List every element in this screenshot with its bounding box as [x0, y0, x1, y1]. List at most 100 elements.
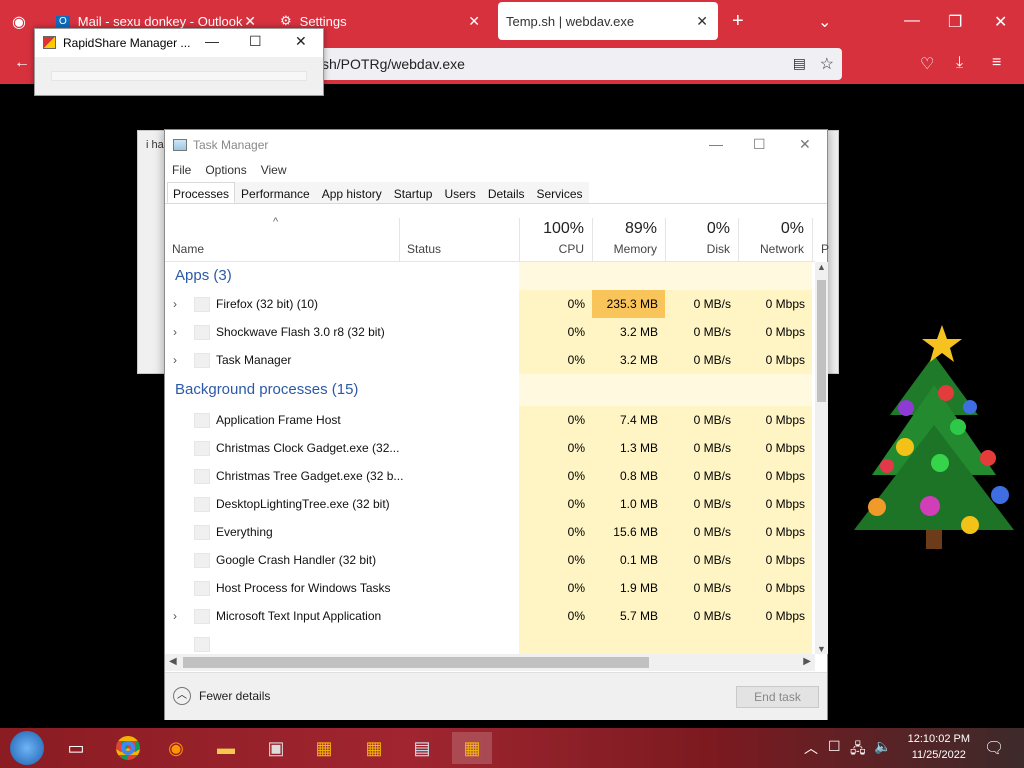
column-cpu[interactable]: 100% CPU [519, 218, 592, 262]
app-icon [194, 581, 210, 596]
table-row[interactable]: Host Process for Windows Tasks 0% 1.9 MB… [165, 574, 815, 602]
chevron-right-icon[interactable]: › [173, 290, 177, 318]
column-memory[interactable]: 89% Memory [592, 218, 665, 262]
pocket-icon[interactable]: ♡ [920, 54, 934, 74]
menu-icon[interactable]: ≡ [992, 54, 1001, 72]
table-row[interactable]: › Shockwave Flash 3.0 r8 (32 bit) 0% 3.2… [165, 318, 815, 346]
process-name: Firefox (32 bit) (10) [216, 297, 319, 311]
tab-processes[interactable]: Processes [167, 182, 236, 203]
ornament [880, 459, 894, 473]
network-icon[interactable]: 🖧 [850, 738, 866, 762]
maximize-icon[interactable]: ☐ [249, 33, 262, 50]
close-icon[interactable]: ✕ [799, 136, 811, 153]
bookmark-star-icon[interactable]: ☆ [820, 54, 834, 74]
new-tab-icon[interactable]: + [732, 10, 744, 33]
window-title: RapidShare Manager ... [63, 36, 191, 50]
tab-performance[interactable]: Performance [235, 182, 316, 203]
app-icon [194, 525, 210, 540]
menu-view[interactable]: View [254, 160, 294, 180]
minimize-icon[interactable]: — [709, 136, 723, 152]
network-value: 0 Mbps [738, 406, 812, 434]
scrollbar-thumb[interactable] [817, 280, 826, 402]
tab-startup[interactable]: Startup [387, 182, 439, 203]
close-icon[interactable]: ✕ [696, 13, 708, 30]
app-icon [194, 609, 210, 624]
chevron-right-icon[interactable]: › [173, 318, 177, 346]
firefox-icon[interactable]: ◉ [156, 732, 196, 764]
tab-webdav[interactable]: Temp.sh | webdav.exe ✕ [498, 2, 718, 40]
column-network[interactable]: 0% Network [738, 218, 812, 262]
tab-services[interactable]: Services [530, 182, 589, 203]
maximize-icon[interactable]: ☐ [753, 136, 766, 153]
chevron-down-icon[interactable]: ⌄ [818, 12, 831, 32]
url-bar[interactable]: sh/POTRg/webdav.exe ▤ ☆ [300, 48, 842, 80]
tab-app-history[interactable]: App history [315, 182, 388, 203]
rapidshare-app-icon[interactable]: ▦ [354, 732, 394, 764]
back-arrow-icon[interactable]: ← [14, 54, 30, 72]
close-icon[interactable]: ✕ [244, 13, 256, 30]
chevron-up-icon[interactable]: ︿ [804, 738, 818, 758]
table-row[interactable]: Christmas Tree Gadget.exe (32 b... 0% 0.… [165, 462, 815, 490]
rapidshare-app-icon[interactable]: ▦ [452, 732, 492, 764]
volume-icon[interactable]: 🔈 [874, 738, 891, 755]
video-editor-icon[interactable]: ▣ [256, 732, 296, 764]
ornament [963, 400, 977, 414]
close-icon[interactable]: ✕ [994, 12, 1007, 32]
menu-file[interactable]: File [165, 160, 198, 180]
rapidshare-app-icon[interactable]: ▦ [304, 732, 344, 764]
chrome-icon[interactable] [108, 732, 148, 764]
task-manager-footer: ︿ Fewer details End task [165, 672, 827, 720]
scroll-up-icon[interactable]: ▲ [817, 262, 826, 272]
disk-value: 0 MB/s [665, 346, 738, 374]
chevron-right-icon[interactable]: › [173, 346, 177, 374]
rapidshare-titlebar[interactable]: RapidShare Manager ... — ☐ ✕ [35, 29, 323, 57]
close-icon[interactable]: ✕ [468, 13, 480, 30]
minimize-icon[interactable]: — [904, 12, 920, 30]
task-manager-titlebar[interactable]: Task Manager — ☐ ✕ [165, 130, 827, 160]
table-row[interactable]: › Task Manager 0% 3.2 MB 0 MB/s 0 Mbps [165, 346, 815, 374]
close-icon[interactable]: ✕ [295, 33, 307, 50]
tab-details[interactable]: Details [481, 182, 531, 203]
table-row[interactable]: Christmas Clock Gadget.exe (32... 0% 1.3… [165, 434, 815, 462]
file-explorer-icon[interactable]: ▬ [206, 732, 246, 764]
reader-icon[interactable]: ▤ [793, 55, 806, 72]
menu-options[interactable]: Options [198, 160, 253, 180]
scroll-down-icon[interactable]: ▼ [817, 644, 826, 654]
vertical-scrollbar[interactable]: ▲ ▼ [815, 262, 828, 654]
tablet-icon[interactable]: ☐ [828, 738, 841, 755]
column-header-row: ^ Name Status 100% CPU 89% Memory 0% Dis… [165, 216, 829, 262]
tab-label: Settings [299, 13, 347, 29]
system-clock[interactable]: 12:10:02 PM 11/25/2022 [908, 731, 970, 763]
table-row[interactable]: › Firefox (32 bit) (10) 0% 235.3 MB 0 MB… [165, 290, 815, 318]
scroll-right-icon[interactable]: ▶ [803, 656, 811, 667]
table-row[interactable] [165, 630, 815, 654]
maximize-icon[interactable]: ❐ [948, 12, 962, 32]
horizontal-scrollbar[interactable]: ◀ ▶ [165, 654, 815, 671]
table-row[interactable]: › Microsoft Text Input Application 0% 5.… [165, 602, 815, 630]
tab-label: Temp.sh | webdav.exe [506, 13, 635, 29]
disk-value: 0 MB/s [665, 434, 738, 462]
download-icon[interactable]: ⤓ [956, 54, 963, 72]
christmas-tree-gadget[interactable] [850, 325, 1018, 560]
notification-icon[interactable]: 🗨 [984, 738, 1004, 758]
firefox-icon[interactable]: ◉ [12, 12, 26, 32]
task-manager-app-icon[interactable]: ▤ [402, 732, 442, 764]
column-name[interactable]: Name [165, 218, 399, 262]
column-status[interactable]: Status [399, 218, 519, 262]
table-row[interactable]: DesktopLightingTree.exe (32 bit) 0% 1.0 … [165, 490, 815, 518]
table-row[interactable]: Google Crash Handler (32 bit) 0% 0.1 MB … [165, 546, 815, 574]
rapidshare-window: RapidShare Manager ... — ☐ ✕ [34, 28, 324, 96]
column-disk[interactable]: 0% Disk [665, 218, 738, 262]
chevron-right-icon[interactable]: › [173, 602, 177, 630]
table-row[interactable]: Application Frame Host 0% 7.4 MB 0 MB/s … [165, 406, 815, 434]
column-power[interactable]: P [812, 218, 829, 262]
fewer-details-button[interactable]: ︿ Fewer details [173, 687, 270, 705]
start-orb-icon[interactable] [6, 731, 48, 765]
tab-users[interactable]: Users [438, 182, 482, 203]
scrollbar-thumb[interactable] [183, 657, 649, 668]
end-task-button[interactable]: End task [736, 686, 819, 708]
minimize-icon[interactable]: — [205, 33, 219, 49]
task-view-icon[interactable]: ▭ [56, 732, 96, 764]
table-row[interactable]: Everything 0% 15.6 MB 0 MB/s 0 Mbps [165, 518, 815, 546]
scroll-left-icon[interactable]: ◀ [169, 656, 177, 667]
